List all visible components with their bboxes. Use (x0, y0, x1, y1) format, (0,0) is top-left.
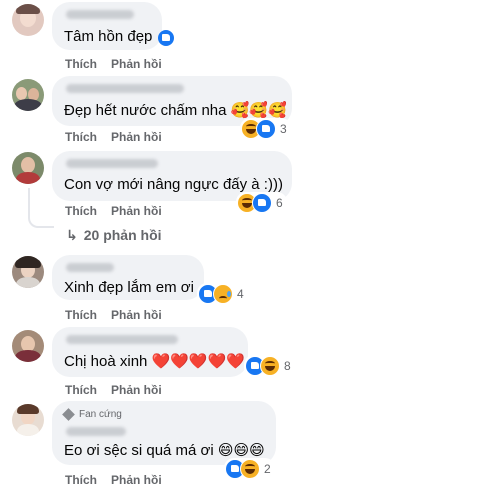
comment-bubble: Chị hoà xinh ❤️❤️❤️❤️❤️ (52, 327, 248, 377)
avatar[interactable] (12, 152, 44, 184)
author-name[interactable] (66, 159, 158, 168)
diamond-icon (62, 407, 75, 421)
comment-actions: Thích Phản hồi (65, 383, 176, 397)
reply-button[interactable]: Phản hồi (111, 308, 162, 322)
comment-text: Xinh đẹp lắm em ơi (64, 279, 194, 296)
comment-text: Eo ơi sệc si quá má ơi 😄😄😄 (64, 442, 265, 459)
reaction-summary[interactable]: 3 (240, 118, 291, 140)
reply-arrow-icon: ↳ (66, 227, 78, 243)
fan-badge: Fan cứng (62, 407, 122, 421)
comment-actions: Thích Phản hồi (65, 308, 176, 322)
avatar[interactable] (12, 330, 44, 362)
comment-text: Chị hoà xinh ❤️❤️❤️❤️❤️ (64, 353, 245, 370)
author-name[interactable] (66, 427, 126, 436)
comment-text: Đẹp hết nước chấm nha 🥰🥰🥰 (64, 102, 287, 119)
comment-text: Tâm hồn đẹp (64, 28, 153, 45)
comment-bubble: Tâm hồn đẹp (52, 2, 174, 50)
reply-button[interactable]: Phản hồi (111, 473, 162, 487)
haha-reaction-icon (260, 356, 280, 376)
author-name[interactable] (66, 263, 114, 272)
reaction-count: 2 (264, 462, 271, 476)
reaction-summary[interactable]: 8 (244, 355, 295, 377)
author-name[interactable] (66, 84, 184, 93)
like-reaction-icon (252, 193, 272, 213)
comment-bubble: Xinh đẹp lắm em ơi (52, 255, 204, 300)
avatar[interactable] (12, 256, 44, 288)
comment-actions: Thích Phản hồi (65, 204, 176, 218)
reaction-count: 8 (284, 359, 291, 373)
like-button[interactable]: Thích (65, 130, 97, 144)
reply-button[interactable]: Phản hồi (111, 130, 162, 144)
reaction-count: 6 (276, 196, 283, 210)
comment-text: Con vợ mới nâng ngực đấy à :))) (64, 176, 283, 193)
reply-button[interactable]: Phản hồi (111, 57, 162, 71)
reaction-summary[interactable]: 2 (224, 458, 275, 480)
like-button[interactable]: Thích (65, 308, 97, 322)
view-replies-link[interactable]: ↳ 20 phản hồi (66, 227, 162, 244)
comment-actions: Thích Phản hồi (65, 130, 176, 144)
like-button[interactable]: Thích (65, 57, 97, 71)
reaction-summary[interactable]: 4 (197, 283, 248, 305)
like-button[interactable]: Thích (65, 383, 97, 397)
replies-count: 20 phản hồi (83, 227, 162, 243)
avatar[interactable] (12, 79, 44, 111)
reaction-count: 4 (237, 287, 244, 301)
like-button[interactable]: Thích (65, 204, 97, 218)
haha-reaction-icon (240, 459, 260, 479)
author-name[interactable] (66, 10, 134, 19)
like-reaction-icon[interactable] (158, 30, 174, 46)
author-name[interactable] (66, 335, 178, 344)
thread-line (28, 188, 54, 228)
like-reaction-icon (256, 119, 276, 139)
reply-button[interactable]: Phản hồi (111, 383, 162, 397)
comment-actions: Thích Phản hồi (65, 473, 176, 487)
like-button[interactable]: Thích (65, 473, 97, 487)
comment-bubble: Fan cứng Eo ơi sệc si quá má ơi 😄😄😄 (52, 401, 276, 465)
avatar[interactable] (12, 4, 44, 36)
reply-button[interactable]: Phản hồi (111, 204, 162, 218)
sad-reaction-icon (213, 284, 233, 304)
comment-actions: Thích Phản hồi (65, 57, 176, 71)
badge-label: Fan cứng (79, 409, 122, 420)
reaction-summary[interactable]: 6 (236, 192, 287, 214)
reaction-count: 3 (280, 122, 287, 136)
avatar[interactable] (12, 404, 44, 436)
